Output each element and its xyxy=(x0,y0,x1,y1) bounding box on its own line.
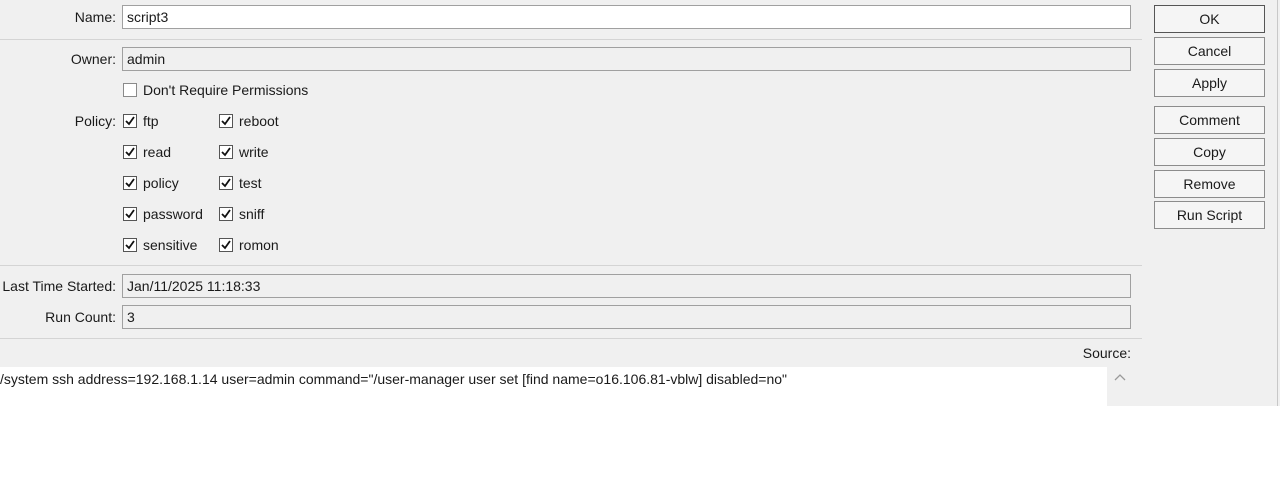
check-icon xyxy=(125,116,135,126)
policy-password-label: password xyxy=(143,206,203,222)
owner-field[interactable] xyxy=(122,47,1131,71)
name-field[interactable] xyxy=(122,5,1131,29)
remove-button[interactable]: Remove xyxy=(1154,170,1265,198)
policy-test-label: test xyxy=(239,175,262,191)
policy-write-checkbox[interactable] xyxy=(219,145,233,159)
policy-sensitive-checkbox[interactable] xyxy=(123,238,137,252)
separator xyxy=(0,39,1142,40)
separator xyxy=(0,265,1142,266)
source-label: Source: xyxy=(1082,345,1131,361)
policy-ftp-checkbox[interactable] xyxy=(123,114,137,128)
check-icon xyxy=(221,240,231,250)
window-edge xyxy=(1277,0,1278,406)
policy-write-label: write xyxy=(239,144,269,160)
run-script-button[interactable]: Run Script xyxy=(1154,201,1265,229)
policy-sniff-label: sniff xyxy=(239,206,265,222)
last-time-started-field[interactable] xyxy=(122,274,1131,298)
policy-sniff-checkbox[interactable] xyxy=(219,207,233,221)
check-icon xyxy=(125,209,135,219)
policy-romon-checkbox[interactable] xyxy=(219,238,233,252)
policy-test-checkbox[interactable] xyxy=(219,176,233,190)
name-label: Name: xyxy=(74,9,116,25)
check-icon xyxy=(221,116,231,126)
policy-romon-label: romon xyxy=(239,237,279,253)
copy-button[interactable]: Copy xyxy=(1154,138,1265,166)
policy-policy-checkbox[interactable] xyxy=(123,176,137,190)
policy-label: Policy: xyxy=(74,113,116,129)
ok-button[interactable]: OK xyxy=(1154,5,1265,33)
check-icon xyxy=(125,240,135,250)
check-icon xyxy=(125,178,135,188)
cancel-button[interactable]: Cancel xyxy=(1154,37,1265,65)
dont-require-permissions-label: Don't Require Permissions xyxy=(143,82,309,98)
policy-sensitive-label: sensitive xyxy=(143,237,198,253)
policy-reboot-checkbox[interactable] xyxy=(219,114,233,128)
script-dialog: Name: Owner: Don't Require Permissions P… xyxy=(0,0,1280,406)
last-time-started-label: Last Time Started: xyxy=(2,278,116,294)
run-count-field[interactable] xyxy=(122,305,1131,329)
check-icon xyxy=(221,178,231,188)
source-editor[interactable]: /system ssh address=192.168.1.14 user=ad… xyxy=(0,367,1107,406)
policy-read-checkbox[interactable] xyxy=(123,145,137,159)
chevron-up-icon[interactable] xyxy=(1114,373,1126,381)
source-scrollbar[interactable] xyxy=(1107,367,1133,406)
comment-button[interactable]: Comment xyxy=(1154,106,1265,134)
apply-button[interactable]: Apply xyxy=(1154,69,1265,97)
policy-reboot-label: reboot xyxy=(239,113,279,129)
policy-policy-label: policy xyxy=(143,175,179,191)
check-icon xyxy=(221,147,231,157)
policy-ftp-label: ftp xyxy=(143,113,159,129)
dont-require-permissions-checkbox[interactable] xyxy=(123,83,137,97)
check-icon xyxy=(221,209,231,219)
source-text: /system ssh address=192.168.1.14 user=ad… xyxy=(0,371,788,387)
check-icon xyxy=(125,147,135,157)
owner-label: Owner: xyxy=(70,51,116,67)
policy-password-checkbox[interactable] xyxy=(123,207,137,221)
run-count-label: Run Count: xyxy=(45,309,116,325)
policy-read-label: read xyxy=(143,144,172,160)
separator xyxy=(0,338,1142,339)
